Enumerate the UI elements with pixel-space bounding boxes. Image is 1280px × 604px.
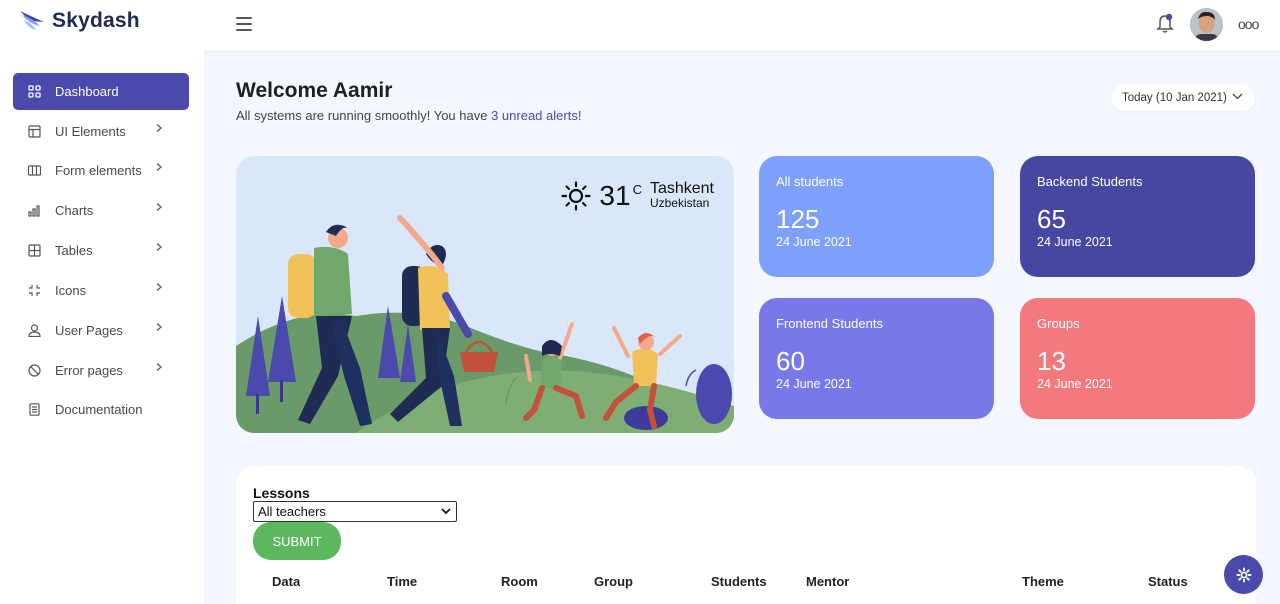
sidebar-item-documentation[interactable]: Documentation [13,391,189,428]
date-label: Today (10 Jan 2021) [1122,91,1227,104]
sidebar-item-label: Documentation [55,402,143,417]
column-header-time[interactable]: Time [387,574,417,589]
layout-icon [27,125,41,139]
stat-value: 125 [776,204,820,234]
sidebar-item-label: Error pages [55,363,123,378]
weather-card: 31 C Tashkent Uzbekistan [236,156,734,433]
sidebar-item-label: Icons [55,283,87,298]
column-header-data[interactable]: Data [272,574,300,589]
chevron-right-icon [156,243,162,251]
temperature: 31 C [599,180,642,212]
date-dropdown-button[interactable]: Today (10 Jan 2021) [1111,84,1255,111]
stat-label: All students [776,174,844,189]
lessons-card: Lessons All teachers SUBMIT Data Time Ro… [236,466,1256,604]
sidebar-item-charts[interactable]: Charts [13,192,189,229]
stat-card-groups[interactable]: Groups 13 24 June 2021 [1020,298,1255,419]
sidebar: Dashboard UI Elements Form elements Char… [0,50,204,604]
stat-value: 60 [776,346,805,376]
sidebar-item-label: Dashboard [55,84,119,99]
stat-card-backend-students[interactable]: Backend Students 65 24 June 2021 [1020,156,1255,277]
page-title: Welcome Aamir [236,79,393,102]
stat-date: 24 June 2021 [776,377,852,391]
sidebar-item-label: Tables [55,243,93,258]
status-message-text: All systems are running smoothly! You ha… [236,108,492,123]
stat-value: 13 [1037,346,1066,376]
sidebar-item-label: Form elements [55,163,142,178]
sidebar-item-error-pages[interactable]: Error pages [13,352,189,389]
teacher-select-value: All teachers [258,504,326,519]
hamburger-icon[interactable] [236,17,252,31]
stat-card-all-students[interactable]: All students 125 24 June 2021 [759,156,994,277]
sidebar-item-user-pages[interactable]: User Pages [13,312,189,349]
stat-label: Frontend Students [776,316,883,331]
avatar[interactable] [1190,8,1223,41]
stat-value: 65 [1037,204,1066,234]
ban-icon [27,364,41,378]
stat-card-frontend-students[interactable]: Frontend Students 60 24 June 2021 [759,298,994,419]
unread-alerts-link[interactable]: 3 unread alerts! [491,108,581,123]
sidebar-item-label: UI Elements [55,124,126,139]
chevron-down-icon [1232,93,1243,100]
column-header-room[interactable]: Room [501,574,538,589]
chevron-right-icon [156,163,162,171]
sidebar-item-ui-elements[interactable]: UI Elements [13,113,189,150]
city-name: Tashkent [649,180,714,197]
teacher-select[interactable]: All teachers [253,501,457,522]
stat-date: 24 June 2021 [1037,235,1113,249]
sidebar-item-label: Charts [55,203,94,218]
column-header-students[interactable]: Students [711,574,767,589]
sidebar-item-dashboard[interactable]: Dashboard [13,73,189,110]
logo-icon [20,11,44,30]
chevron-down-icon [441,508,451,515]
temperature-unit: C [632,182,642,197]
stat-date: 24 June 2021 [1037,377,1113,391]
weather-widget: 31 C Tashkent Uzbekistan [561,180,714,212]
bell-icon[interactable] [1155,13,1175,35]
more-options-icon[interactable]: ooo [1238,16,1259,32]
chevron-right-icon [156,283,162,291]
user-icon [27,324,41,338]
top-navbar: Skydash ooo [0,0,1280,50]
sun-icon [561,181,592,211]
sidebar-item-tables[interactable]: Tables [13,232,189,269]
brand-name: Skydash [52,9,140,32]
user-photo [1190,8,1223,41]
stat-label: Groups [1037,316,1080,331]
grid-icon [27,85,41,99]
column-header-group[interactable]: Group [594,574,633,589]
temperature-value: 31 [599,180,631,211]
submit-button[interactable]: SUBMIT [253,522,341,560]
table-icon [27,244,41,258]
sidebar-item-form-elements[interactable]: Form elements [13,152,189,189]
columns-icon [27,164,41,178]
gear-icon [1236,567,1251,582]
sidebar-item-label: User Pages [55,323,123,338]
column-header-theme[interactable]: Theme [1022,574,1064,589]
country-name: Uzbekistan [649,196,710,210]
bar-chart-icon [27,204,41,218]
compass-icon [27,284,41,298]
chevron-right-icon [156,323,162,331]
stat-label: Backend Students [1037,174,1143,189]
chevron-right-icon [156,203,162,211]
settings-fab-button[interactable] [1224,555,1263,594]
location: Tashkent Uzbekistan [650,181,714,211]
status-message: All systems are running smoothly! You ha… [236,108,581,123]
document-icon [27,403,41,417]
sidebar-item-icons[interactable]: Icons [13,272,189,309]
lessons-title: Lessons [253,485,310,501]
chevron-right-icon [156,363,162,371]
stat-date: 24 June 2021 [776,235,852,249]
column-header-status[interactable]: Status [1148,574,1188,589]
brand-logo[interactable]: Skydash [18,8,140,34]
chevron-right-icon [156,124,162,132]
column-header-mentor[interactable]: Mentor [806,574,849,589]
